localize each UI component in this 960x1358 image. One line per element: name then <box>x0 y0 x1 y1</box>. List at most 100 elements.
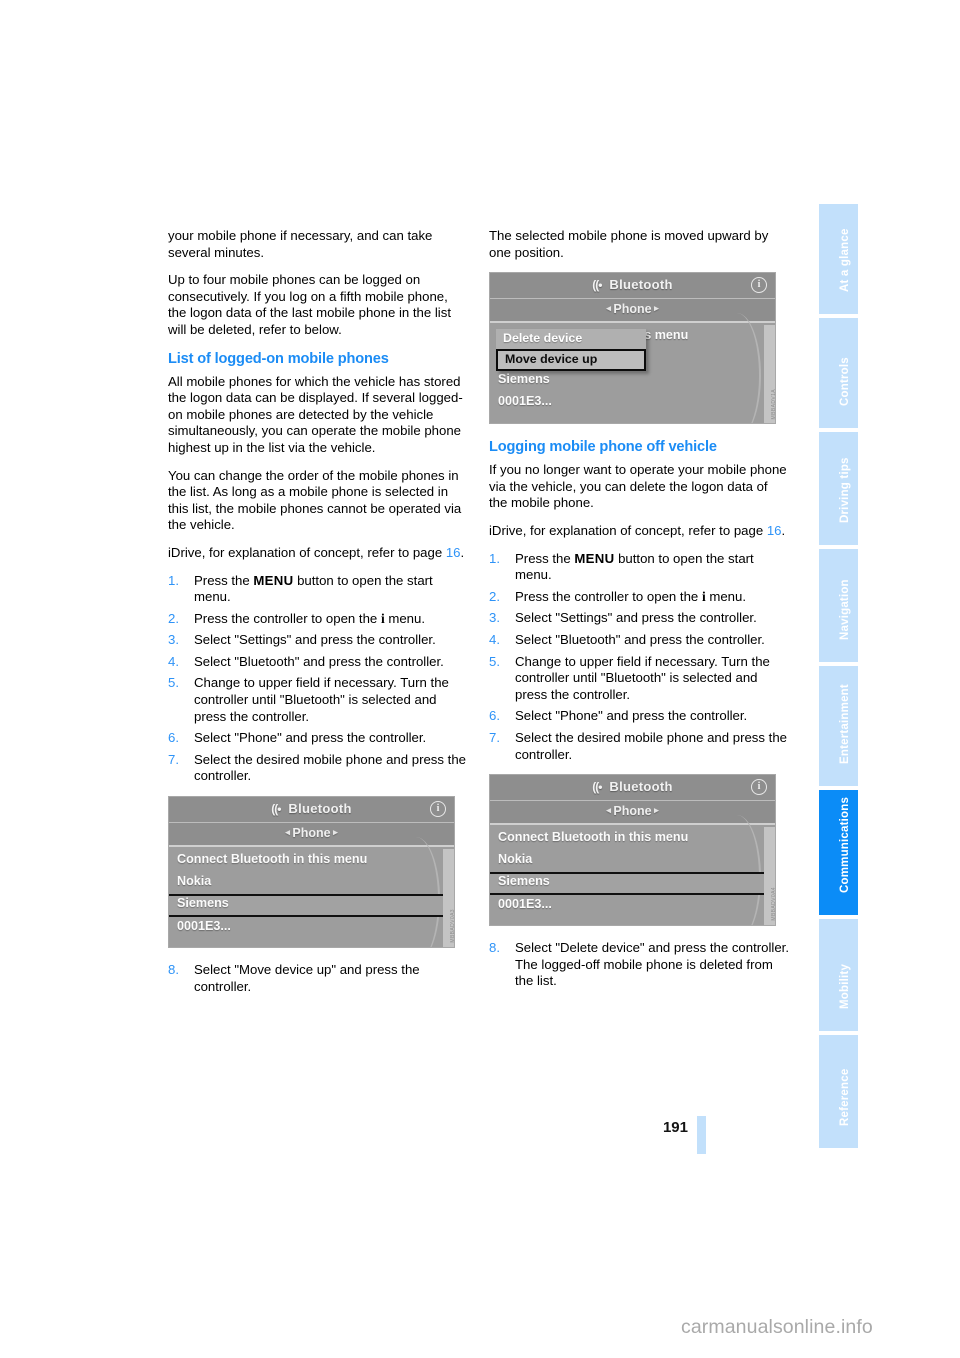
idrive-screenshot-list-selected-delete: ((• Bluetooth i ◂ Phone ▸ Connect Bluetooth… <box>489 774 776 927</box>
step-number: 5. <box>489 653 500 669</box>
step-text: Select "Delete device" and press the con… <box>515 940 789 956</box>
context-menu-item[interactable]: Move device up <box>496 349 646 372</box>
sidebar-tab-controls[interactable]: Controls <box>819 318 858 428</box>
screen-subheader-bar: ◂ Phone ▸ <box>490 801 775 826</box>
sidebar-tab-mobility[interactable]: Mobility <box>819 919 858 1031</box>
sidebar-tab-driving-tips[interactable]: Driving tips <box>819 432 858 545</box>
step-text: Press the controller to open the i menu. <box>194 611 425 626</box>
sidebar-tab-navigation[interactable]: Navigation <box>819 549 858 662</box>
chevron-right-icon[interactable]: ▸ <box>331 827 338 837</box>
sidebar-tab-entertainment[interactable]: Entertainment <box>819 666 858 786</box>
screen-list: Connect Bluetooth in this menuNokiaSieme… <box>169 837 454 948</box>
step-text-pre: Select the desired mobile phone and pres… <box>194 751 466 784</box>
step-number: 2. <box>168 610 179 626</box>
screen-title: ((• Bluetooth <box>490 779 775 794</box>
info-icon[interactable]: i <box>751 779 767 796</box>
screen-title-label: Bluetooth <box>605 779 673 795</box>
right-step-list: 1. Press the MENU button to open the star… <box>489 551 789 764</box>
chevron-right-icon[interactable]: ▸ <box>652 805 659 815</box>
chevron-left-icon[interactable]: ◂ <box>285 827 292 837</box>
chevron-left-icon[interactable]: ◂ <box>606 805 613 815</box>
step-number: 6. <box>168 730 179 746</box>
screen-list-item[interactable]: Nokia <box>169 872 454 894</box>
step-text-pre: Change to upper field if necessary. Turn… <box>194 675 449 724</box>
step-item-final: 8. Select "Move device up" and press the … <box>168 962 468 995</box>
screen-list-item[interactable]: 0001E3... <box>169 917 454 939</box>
manual-page: At a glance Controls Driving tips Navigatio… <box>0 0 960 1358</box>
screen-list-item[interactable]: 0001E3... <box>490 895 775 917</box>
idrive-reference-right: iDrive, for explanation of concept, refe… <box>489 523 789 540</box>
context-menu-item[interactable]: Delete device <box>496 329 646 350</box>
sidebar-tab-label: Navigation <box>839 579 851 640</box>
screen-list-item[interactable]: Siemens <box>490 872 775 896</box>
step-text: Change to upper field if necessary. Turn… <box>194 675 449 723</box>
screen-subtitle-label: Phone <box>613 302 652 317</box>
left-step-list: 1. Press the MENU button to open the star… <box>168 573 468 786</box>
section-tab-strip: At a glance Controls Driving tips Navigatio… <box>819 204 858 1148</box>
step-text-pre: Select "Bluetooth" and press the control… <box>194 653 444 669</box>
step-text-pre: Change to upper field if necessary. Turn… <box>515 653 770 702</box>
step-text: Press the MENU button to open the start … <box>515 551 754 583</box>
step-text: Change to upper field if necessary. Turn… <box>515 654 770 702</box>
screen-title: ((• Bluetooth <box>490 277 775 292</box>
step-number: 4. <box>489 631 500 647</box>
sidebar-tab-reference[interactable]: Reference <box>819 1035 858 1148</box>
page-reference-link[interactable]: 16 <box>446 545 461 560</box>
step-number: 3. <box>489 610 500 626</box>
step-item: 1. Press the MENU button to open the star… <box>168 573 468 606</box>
idrive-reference-left: iDrive, for explanation of concept, refe… <box>168 545 468 562</box>
bluetooth-signal-icon: ((• <box>271 802 281 817</box>
screen-header-bar: ((• Bluetooth i <box>169 797 454 824</box>
step-text-post: menu. <box>705 588 747 604</box>
screen-list-item[interactable]: Siemens <box>490 370 775 392</box>
sidebar-tab-communications[interactable]: Communications <box>819 790 858 915</box>
step-text: Select "Bluetooth" and press the control… <box>515 632 765 647</box>
step-text: Select "Bluetooth" and press the control… <box>194 654 444 669</box>
screen-list-item[interactable]: Nokia <box>490 850 775 872</box>
heading-list-of-logged-on-mobile-phones: List of logged-on mobile phones <box>168 350 389 367</box>
sidebar-tab-label: Mobility <box>839 963 851 1009</box>
step-text-pre: Select "Settings" and press the controll… <box>515 610 757 626</box>
step-text-pre: Press the <box>515 550 575 566</box>
chevron-right-icon[interactable]: ▸ <box>652 303 659 313</box>
screen-list-item[interactable]: Connect Bluetooth in this menu <box>490 828 775 850</box>
sidebar-tab-at-a-glance[interactable]: At a glance <box>819 204 858 314</box>
screen-list-item[interactable]: Siemens <box>169 894 454 918</box>
right-text-column: The selected mobile phone is moved upwar… <box>489 228 789 1001</box>
info-icon[interactable]: i <box>430 801 446 818</box>
step-item: 1. Press the MENU button to open the star… <box>489 551 789 584</box>
bluetooth-signal-icon: ((• <box>592 278 602 293</box>
idrive-screenshot-list-selected: ((• Bluetooth i ◂ Phone ▸ Connect Bluetooth… <box>168 796 455 949</box>
sidebar-tab-label: Driving tips <box>839 457 851 523</box>
step-number: 5. <box>168 675 179 691</box>
step-text-pre: Press the <box>194 572 254 588</box>
screen-subtitle-label: Phone <box>613 804 652 819</box>
bluetooth-signal-icon: ((• <box>592 780 602 795</box>
screen-header-bar: ((• Bluetooth i <box>490 273 775 300</box>
sidebar-tab-label: Entertainment <box>839 684 851 764</box>
paragraph-moved-upward: The selected mobile phone is moved upwar… <box>489 228 769 260</box>
left-final-step: 8. Select "Move device up" and press the … <box>168 962 468 995</box>
step-text: Select "Settings" and press the controll… <box>194 632 436 647</box>
screen-subtitle-label: Phone <box>292 826 331 841</box>
screen-title-label: Bluetooth <box>605 277 673 293</box>
screenshot-code-watermark: MBBADV0A3 <box>450 909 455 944</box>
screen-subheader-bar: ◂ Phone ▸ <box>490 299 775 324</box>
chevron-left-icon[interactable]: ◂ <box>606 303 613 313</box>
screen-subtitle: ◂ Phone ▸ <box>169 826 454 840</box>
screen-list-item[interactable]: Connect Bluetooth in this menu <box>169 850 454 872</box>
step-text-pre: Select "Settings" and press the controll… <box>194 632 436 648</box>
screen-context-menu: Delete device Move device up <box>496 329 646 372</box>
screenshot-code-watermark: MBBADV1A <box>771 388 776 420</box>
idrive-screenshot-context-menu: ((• Bluetoothi◂ Phone ▸Connect Bluetooth… <box>489 272 776 425</box>
screen-subtitle: ◂ Phone ▸ <box>490 302 775 316</box>
page-reference-link[interactable]: 16 <box>767 523 782 538</box>
step-text-pre: Press the controller to open the <box>194 610 381 626</box>
step-item: 2. Press the controller to open the i men… <box>168 611 468 628</box>
sidebar-tab-label: Reference <box>839 1068 851 1126</box>
screen-list-item[interactable]: 0001E3... <box>490 392 775 414</box>
step-item: 6. Select "Phone" and press the controlle… <box>168 730 468 747</box>
page-number-bar <box>697 1116 706 1154</box>
step-text-pre: Select the desired mobile phone and pres… <box>515 729 787 762</box>
step-text: Press the controller to open the i menu. <box>515 589 746 604</box>
